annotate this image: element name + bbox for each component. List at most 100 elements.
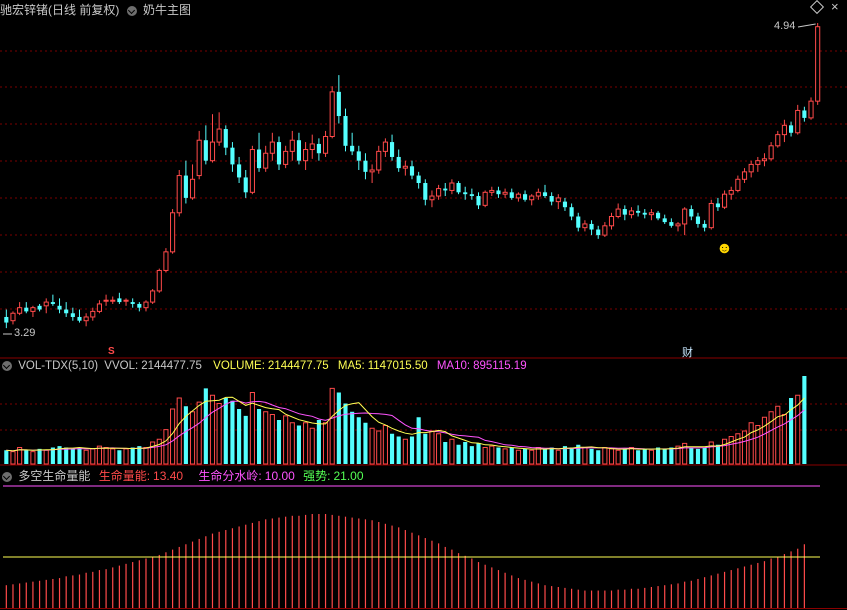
candle-body (276, 142, 282, 165)
volume-bar (30, 451, 36, 465)
volume-bar (170, 408, 176, 465)
volume-bar (117, 450, 122, 464)
energy-title[interactable]: 多空生命量能 (18, 469, 90, 483)
candle-body (57, 305, 62, 310)
close-icon[interactable]: × (831, 0, 839, 14)
candle-body (356, 151, 361, 161)
volume-panel-header: VOL-TDX(5,10) VVOL: 2144477.75 VOLUME: 214… (2, 360, 527, 374)
volume-bar (376, 430, 382, 465)
candle-body (296, 140, 302, 161)
volume-bar (529, 449, 535, 465)
candle-body (263, 152, 269, 169)
volume-bar (37, 448, 42, 464)
volume-bar (708, 441, 714, 465)
volume-bar (449, 438, 455, 465)
candle-body (4, 316, 9, 323)
volume-bar (715, 444, 720, 464)
volume-bar (163, 429, 169, 465)
volume-bar (156, 438, 162, 465)
candle-body (389, 142, 395, 157)
volume-bar (436, 433, 442, 465)
candle-body (549, 196, 554, 202)
ma5-value: 1147015.50 (367, 360, 428, 372)
volume-bar (123, 448, 129, 465)
volume-title[interactable]: VOL-TDX(5,10) (18, 360, 98, 372)
volume-bar (263, 411, 269, 465)
candle-body (702, 223, 707, 228)
candle-body (343, 116, 348, 146)
volume-bar (289, 422, 295, 465)
candle-body (382, 141, 388, 152)
candle-body (608, 216, 615, 227)
volume-bar (722, 438, 728, 465)
volume-bar (469, 446, 474, 464)
candle-body (669, 222, 674, 226)
indicator-menu-icon[interactable] (126, 5, 137, 16)
volume-bar (689, 447, 694, 464)
candle-body (735, 178, 741, 191)
volume-bar (283, 415, 289, 465)
candle-body (196, 139, 202, 177)
volume-bar (256, 409, 262, 464)
candle-body (203, 140, 208, 161)
volume-bar (569, 447, 574, 464)
candle-body (636, 210, 641, 213)
candle-body (249, 149, 255, 193)
volume-bar (656, 447, 661, 464)
volume-bar (535, 447, 541, 465)
candle-body (748, 163, 754, 173)
volume-bar (622, 448, 627, 464)
candle-body (582, 223, 588, 229)
price-low-label: 3.29 (14, 327, 36, 339)
volume-bar (582, 447, 588, 465)
candle-body (50, 302, 55, 304)
candle-body (269, 141, 275, 154)
candle-body (230, 147, 235, 165)
volume-bar (269, 414, 275, 465)
energy-menu-icon[interactable] (2, 471, 12, 482)
candle-body (183, 175, 188, 198)
volume-bar (596, 450, 601, 464)
candle-body (622, 209, 627, 215)
volume-bar (103, 447, 109, 465)
candle-body (496, 190, 501, 195)
volume-bar (628, 447, 635, 465)
volume-bar (416, 417, 421, 464)
candle-body (416, 175, 421, 184)
volume-bar (802, 376, 807, 464)
volume-bar (350, 411, 355, 464)
volume-bar (669, 447, 674, 464)
candle-body (17, 307, 23, 314)
chart-header: 驰宏锌锗(日线 前复权) 奶牛主图 (0, 1, 191, 17)
candle-body (283, 150, 289, 165)
candle-body (396, 156, 401, 169)
candle-body (775, 134, 781, 147)
volume-bar (223, 398, 228, 464)
candle-body (223, 129, 228, 148)
volume-bar (781, 414, 787, 465)
candle-body (110, 299, 116, 302)
volume-bar (303, 422, 309, 465)
indicator-name[interactable]: 奶牛主图 (143, 3, 191, 17)
candle-body (781, 124, 787, 136)
candle-body (156, 269, 162, 292)
volume-bar (70, 448, 75, 464)
stock-title: 驰宏锌锗(日线 前复权) (0, 3, 120, 17)
volume-bar (509, 447, 514, 464)
volume-menu-icon[interactable] (2, 360, 12, 371)
volume-bar (64, 447, 69, 464)
candle-body (369, 169, 375, 173)
candle-body (722, 193, 728, 208)
candle-body (429, 195, 435, 201)
candle-body (90, 310, 96, 318)
volume-bar (589, 448, 594, 464)
strength-value: 21.00 (333, 469, 364, 483)
volume-bar (496, 447, 501, 464)
chart-canvas[interactable] (0, 0, 847, 610)
volume-bar (463, 442, 468, 464)
divide-value: 10.00 (264, 469, 295, 483)
volume-bar (209, 394, 216, 465)
ma5-label: MA5: (337, 360, 365, 372)
volume-bar (196, 401, 202, 465)
candle-body (423, 183, 428, 200)
